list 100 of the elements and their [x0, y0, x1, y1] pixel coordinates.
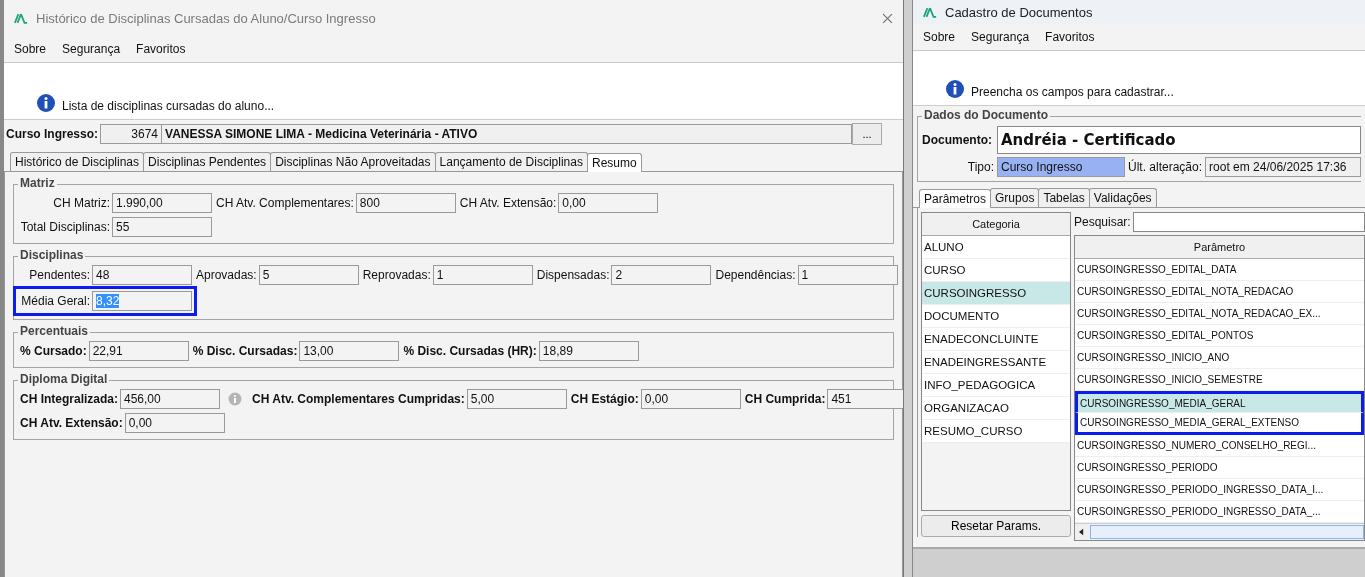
menu-item[interactable]: Sobre [923, 30, 956, 44]
field-label: Reprovadas: [362, 268, 431, 282]
list-item[interactable]: RESUMO_CURSO [922, 420, 1070, 443]
tab[interactable]: Parâmetros [919, 189, 992, 208]
group-title: Percentuais [18, 324, 91, 338]
table-row[interactable]: CURSOINGRESSO_EDITAL_NOTA_REDACAO [1075, 281, 1364, 303]
value-field: 456,00 [120, 389, 220, 409]
info-icon [36, 93, 56, 113]
value-field: 22,91 [88, 341, 189, 361]
field-label: Documento: [922, 133, 993, 147]
field-label: % Cursado: [20, 344, 87, 358]
field-label: Curso Ingresso: [5, 127, 99, 141]
field-label: CH Atv. Extensão: [20, 416, 123, 430]
value-field: 5 [258, 265, 359, 285]
table-row[interactable]: CURSOINGRESSO_PERIODO [1075, 457, 1364, 479]
type-field[interactable]: Curso Ingresso [997, 157, 1125, 177]
list-item[interactable]: CURSOINGRESSO [922, 282, 1070, 305]
table-row[interactable]: CURSOINGRESSO_PERIODO_INGRESSO_DATA_I... [1075, 479, 1364, 501]
list-item[interactable]: ENADECONCLUINTE [922, 328, 1070, 351]
field-label: CH Cumprida: [744, 392, 826, 406]
table-row[interactable]: CURSOINGRESSO_EDITAL_DATA [1075, 259, 1364, 281]
window-title: Histórico de Disciplinas Cursadas do Aluno/Curso Ingresso [36, 10, 376, 26]
lookup-button[interactable]: ... [852, 123, 882, 145]
logo-icon [14, 12, 28, 24]
value-field: 0,00 [640, 389, 741, 409]
menu-item[interactable]: Favoritos [1045, 30, 1095, 44]
field-label: Pesquisar: [1074, 215, 1131, 229]
value-field: 5,00 [466, 389, 567, 409]
window-title: Cadastro de Documentos [945, 4, 1093, 20]
field-label: CH Integralizada: [20, 392, 118, 406]
field-label: CH Atv. Complementares: [216, 196, 354, 210]
info-icon [945, 79, 965, 99]
field-label: Dependências: [715, 268, 796, 282]
value-field: 0,00 [558, 193, 659, 213]
list-item[interactable]: ENADEINGRESSANTE [922, 351, 1070, 374]
code-field: 3674 [100, 124, 162, 144]
group-title: Dados do Documento [922, 108, 1050, 122]
field-label: CH Atv. Extensão: [459, 196, 557, 210]
logo-icon [923, 6, 937, 18]
list-item[interactable]: ORGANIZACAO [922, 397, 1070, 420]
table-row[interactable]: CURSOINGRESSO_MEDIA_GERAL [1075, 391, 1364, 413]
value-field: root em 24/06/2025 17:36 [1205, 157, 1361, 177]
field-label: Média Geral: [20, 294, 90, 308]
scroll-bar[interactable] [1075, 523, 1364, 540]
table-row[interactable]: CURSOINGRESSO_INICIO_ANO [1075, 347, 1364, 369]
search-field[interactable] [1132, 212, 1365, 232]
value-field: 1 [432, 265, 533, 285]
table-row[interactable]: CURSOINGRESSO_EDITAL_PONTOS [1075, 325, 1364, 347]
field-label: Total Disciplinas: [20, 220, 110, 234]
tab[interactable]: Histórico de Disciplinas [10, 152, 145, 171]
value-field: 1.990,00 [112, 193, 212, 213]
list-item[interactable]: CURSO [922, 259, 1070, 282]
field-label: CH Estágio: [570, 392, 639, 406]
table-row[interactable]: CURSOINGRESSO_NUMERO_CONSELHO_REGI... [1075, 435, 1364, 457]
table-row[interactable]: CURSOINGRESSO_EDITAL_NOTA_REDACAO_EX... [1075, 303, 1364, 325]
field-label: CH Atv. Complementares Cumpridas: [252, 392, 465, 406]
tab[interactable]: Validações [1088, 188, 1157, 207]
scroll-left-icon[interactable] [1079, 528, 1084, 536]
reset-button[interactable]: Resetar Params. [921, 515, 1071, 537]
tab[interactable]: Disciplinas Pendentes [143, 152, 272, 171]
menu-item[interactable]: Favoritos [136, 42, 186, 56]
tab[interactable]: Resumo [586, 153, 642, 172]
value-field: 2 [611, 265, 712, 285]
list-item[interactable]: INFO_PEDAGOGICA [922, 374, 1070, 397]
value-field: 0,00 [124, 413, 225, 433]
field-label: Aprovadas: [196, 268, 257, 282]
value-field: 8,32 [92, 291, 192, 311]
group-title: Matriz [18, 176, 57, 190]
group-title: Diploma Digital [18, 372, 110, 386]
tab[interactable]: Lançamento de Disciplinas [434, 152, 588, 171]
value-field: 13,00 [299, 341, 400, 361]
value-field: 451 [827, 389, 903, 409]
close-icon[interactable] [882, 12, 893, 24]
field-label: % Disc. Cursadas: [192, 344, 298, 358]
info-text: Lista de disciplinas cursadas do aluno... [62, 99, 275, 113]
value-field: 55 [112, 217, 212, 237]
value-field: 1 [797, 265, 898, 285]
tab[interactable]: Disciplinas Não Aproveitadas [270, 152, 436, 171]
field-label: Pendentes: [28, 268, 90, 282]
tab[interactable]: Grupos [990, 188, 1040, 207]
course-field: VANESSA SIMONE LIMA - Medicina Veterinária - ATIVO [162, 124, 852, 144]
menu-item[interactable]: Segurança [62, 42, 121, 56]
list-item[interactable]: DOCUMENTO [922, 305, 1070, 328]
field-label: Últ. alteração: [1128, 160, 1203, 174]
field-label: Dispensadas: [536, 268, 610, 282]
value-field: 48 [92, 265, 192, 285]
table-row[interactable]: CURSOINGRESSO_MEDIA_GERAL_EXTENSO [1075, 413, 1364, 435]
menu-item[interactable]: Sobre [14, 42, 47, 56]
menu-item[interactable]: Segurança [971, 30, 1030, 44]
value-field: 800 [355, 193, 456, 213]
info-icon[interactable] [228, 392, 242, 406]
info-text: Preencha os campos para cadastrar... [971, 85, 1174, 99]
field-label: Tipo: [966, 160, 994, 174]
field-label: % Disc. Cursadas (HR): [403, 344, 537, 358]
list-item[interactable]: ALUNO [922, 236, 1070, 259]
column-header: Parâmetro [1075, 236, 1364, 259]
field-label: CH Matriz: [52, 196, 110, 210]
value-field: 18,89 [538, 341, 639, 361]
group-title: Disciplinas [18, 248, 86, 262]
document-field[interactable]: Andréia - Certificado [997, 126, 1361, 154]
